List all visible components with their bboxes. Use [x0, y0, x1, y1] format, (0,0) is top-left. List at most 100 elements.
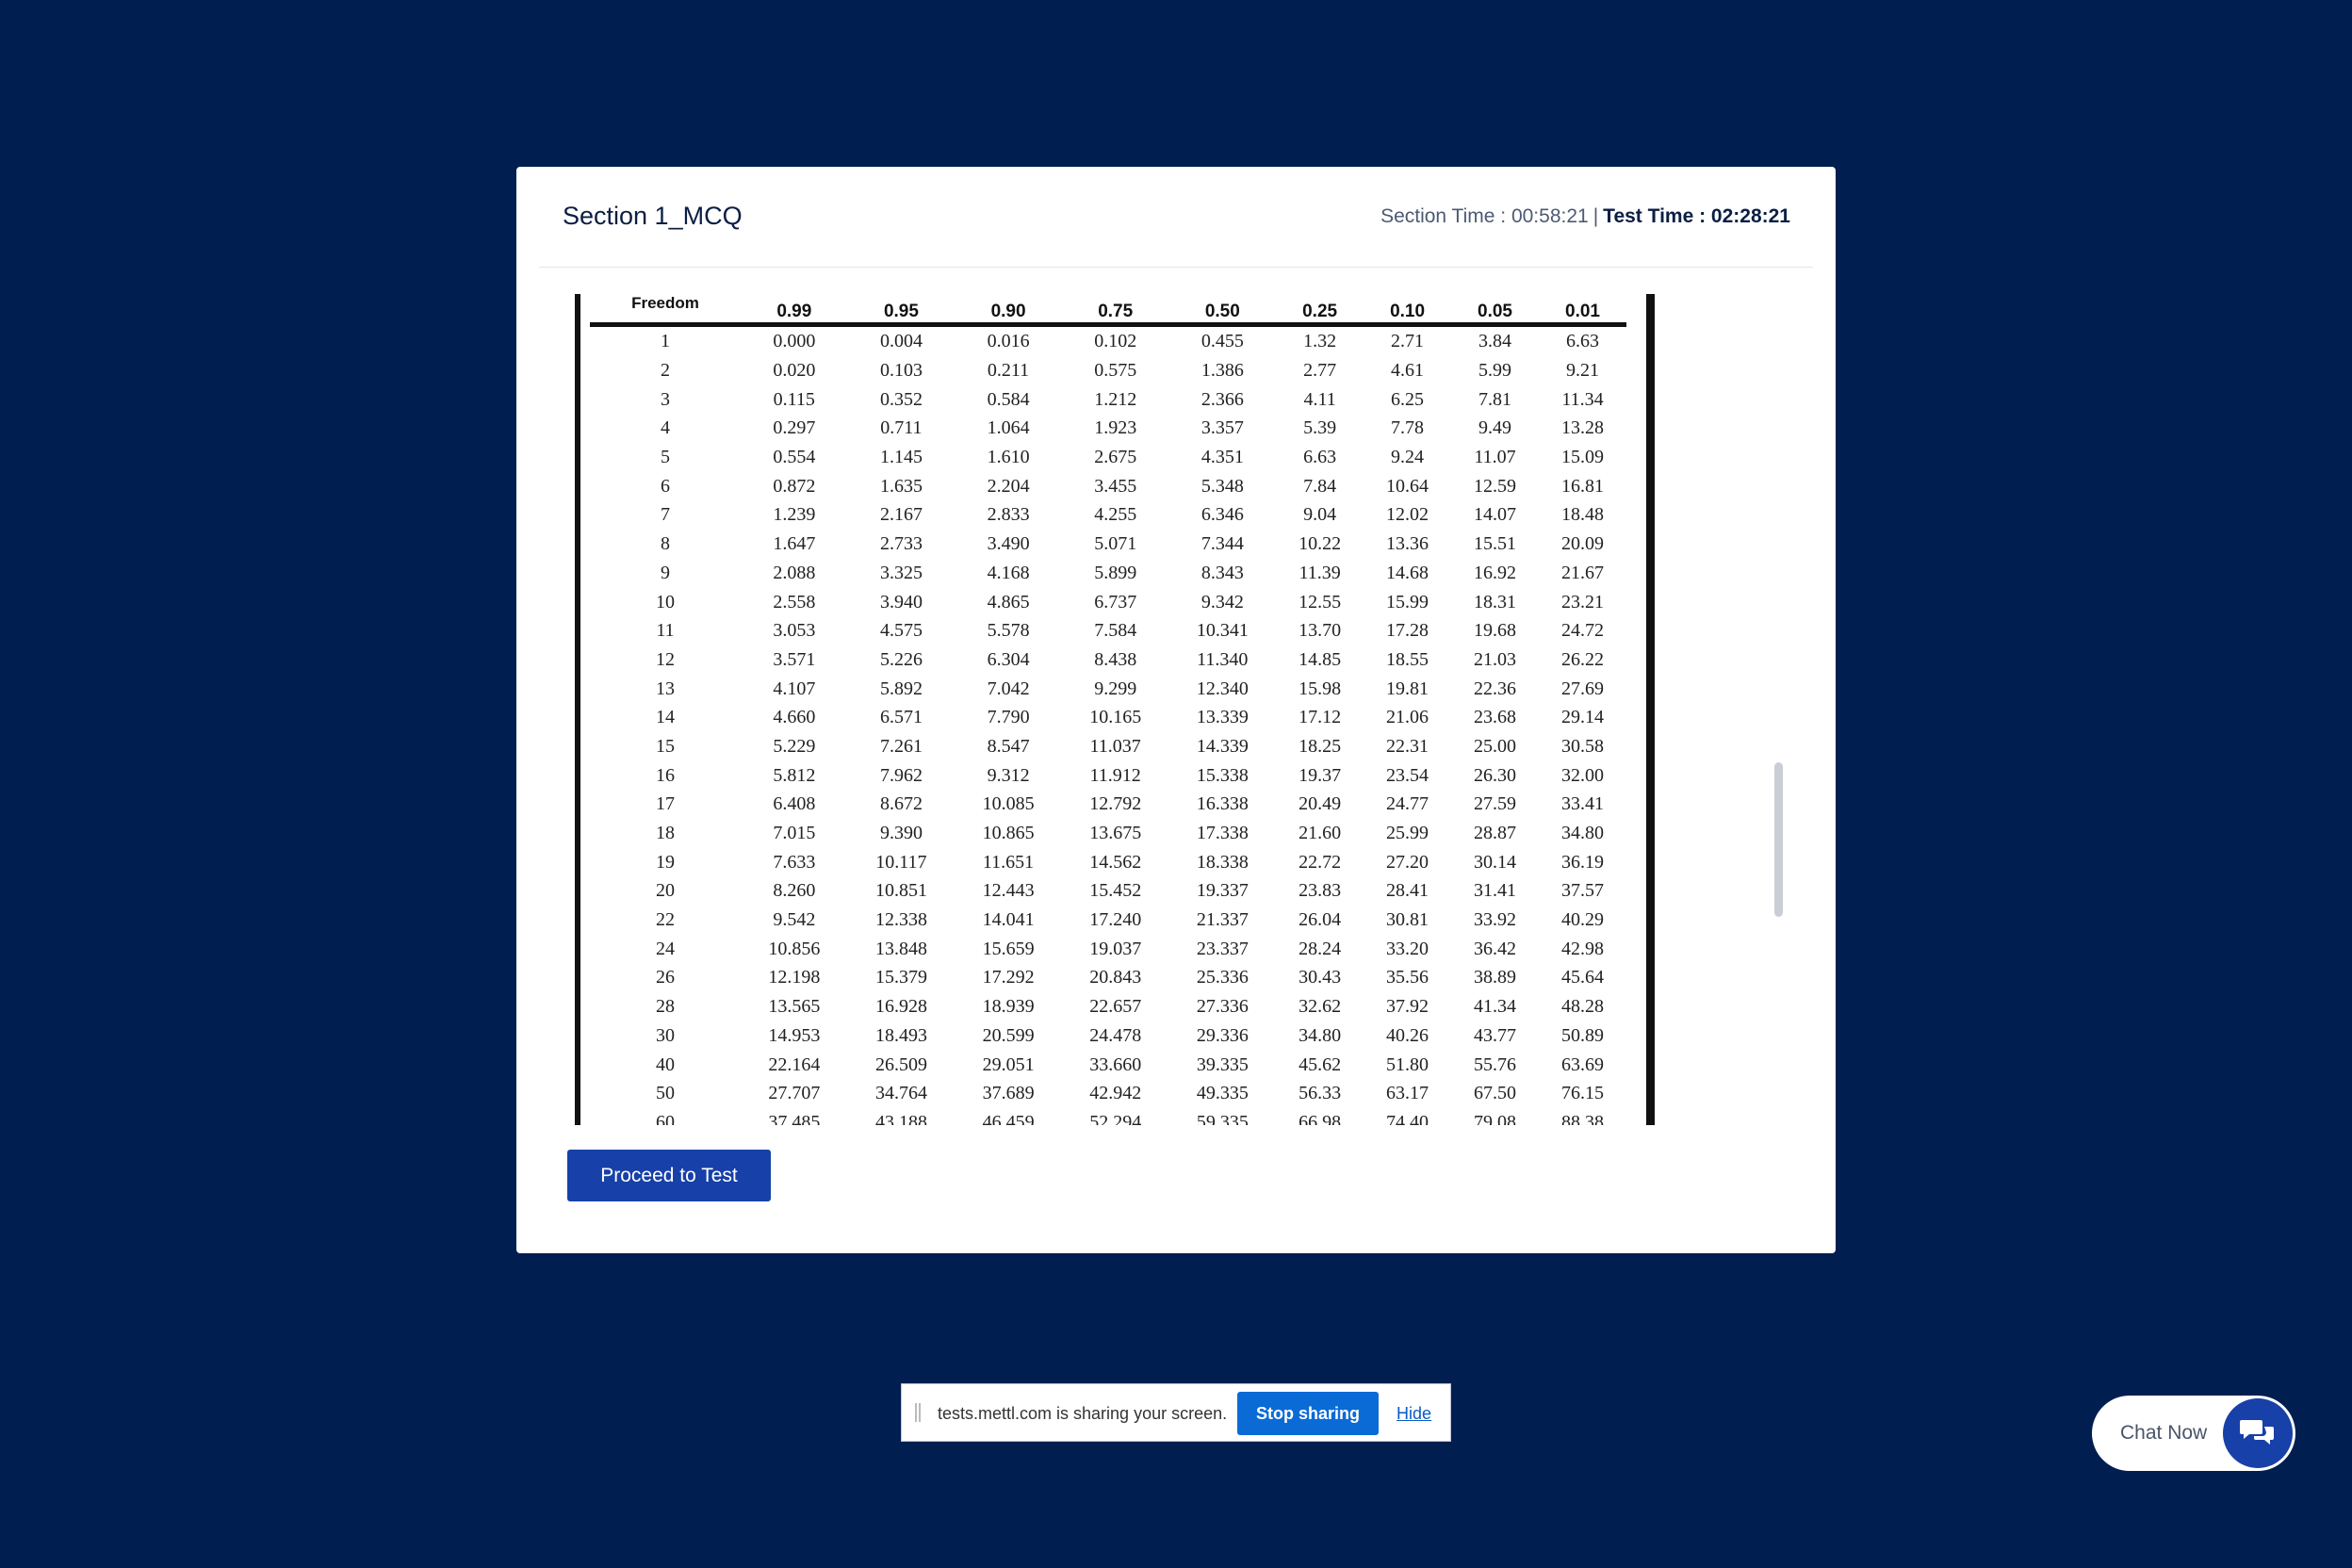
stop-sharing-button[interactable]: Stop sharing	[1237, 1392, 1379, 1435]
value-cell: 7.790	[987, 707, 1030, 728]
value-cell: 6.737	[1094, 591, 1137, 612]
df-cell: 30	[656, 1024, 675, 1046]
hide-link[interactable]: Hide	[1396, 1404, 1431, 1424]
value-cell: 88.38	[1560, 1111, 1604, 1125]
df-cell: 12	[656, 648, 675, 670]
column-header: 0.10	[1364, 294, 1452, 327]
table-row: 18 7.015 9.390 10.865 13.675 17.338 21.60 25.99…	[590, 819, 1626, 848]
df-cell: 26	[656, 967, 675, 988]
value-cell: 9.04	[1303, 504, 1337, 526]
value-cell: 23.54	[1386, 764, 1429, 786]
df-cell: 2	[661, 360, 670, 382]
value-cell: 1.923	[1094, 417, 1137, 439]
value-cell: 7.015	[773, 823, 816, 844]
value-cell: 45.62	[1298, 1054, 1342, 1075]
value-cell: 7.81	[1478, 388, 1511, 410]
value-cell: 2.088	[773, 562, 816, 583]
value-cell: 10.856	[768, 938, 821, 959]
value-cell: 3.490	[987, 533, 1030, 555]
value-cell: 30.43	[1298, 967, 1342, 988]
value-cell: 22.36	[1474, 678, 1516, 699]
timers: Section Time : 00:58:21 | Test Time : 02:2…	[1380, 205, 1790, 228]
vertical-scrollbar[interactable]	[1774, 762, 1783, 917]
value-cell: 0.872	[773, 475, 816, 497]
chat-now-widget[interactable]: Chat Now	[2092, 1396, 2295, 1471]
table-row: 13 4.107 5.892 7.042 9.299 12.340 15.98 19.81 22…	[590, 674, 1626, 703]
value-cell: 13.848	[874, 938, 927, 959]
table-row: 3 0.115 0.352 0.584 1.212 2.366 4.11 6.25 7.81 11…	[590, 384, 1626, 414]
table-row: 2 0.020 0.103 0.211 0.575 1.386 2.77 4.61 5.99 9.…	[590, 356, 1626, 385]
value-cell: 30.14	[1474, 851, 1516, 873]
value-cell: 2.366	[1200, 388, 1244, 410]
table-row: 11 3.053 4.575 5.578 7.584 10.341 13.70 17.28 19…	[590, 616, 1626, 645]
value-cell: 66.98	[1298, 1111, 1342, 1125]
value-cell: 18.493	[874, 1024, 927, 1046]
value-cell: 36.19	[1560, 851, 1604, 873]
value-cell: 0.211	[987, 360, 1030, 382]
content-scroll-area[interactable]: Freedom 0.99 0.95 0.90 0.75 0.50 0.25 0.10 0.05 0…	[575, 294, 1815, 1125]
value-cell: 13.36	[1386, 533, 1429, 555]
value-cell: 6.304	[987, 648, 1030, 670]
value-cell: 27.20	[1386, 851, 1429, 873]
value-cell: 3.84	[1478, 331, 1511, 352]
value-cell: 45.64	[1560, 967, 1604, 988]
value-cell: 10.117	[875, 851, 927, 873]
value-cell: 50.89	[1560, 1024, 1604, 1046]
df-cell: 50	[656, 1083, 675, 1104]
value-cell: 9.21	[1565, 360, 1599, 382]
value-cell: 6.346	[1200, 504, 1244, 526]
value-cell: 10.085	[982, 793, 1035, 815]
value-cell: 5.229	[773, 735, 816, 757]
table-row: 15 5.229 7.261 8.547 11.037 14.339 18.25 22.31 2…	[590, 732, 1626, 761]
chat-now-label: Chat Now	[2120, 1422, 2208, 1444]
value-cell: 22.72	[1298, 851, 1342, 873]
drag-handle-icon[interactable]	[915, 1403, 921, 1422]
value-cell: 39.335	[1196, 1054, 1249, 1075]
value-cell: 15.452	[1089, 880, 1142, 902]
value-cell: 14.953	[768, 1024, 821, 1046]
value-cell: 40.26	[1386, 1024, 1429, 1046]
df-cell: 7	[661, 504, 670, 526]
value-cell: 4.61	[1391, 360, 1425, 382]
value-cell: 22.657	[1089, 996, 1142, 1018]
value-cell: 43.77	[1474, 1024, 1516, 1046]
value-cell: 31.41	[1474, 880, 1516, 902]
value-cell: 12.338	[874, 909, 927, 931]
df-cell: 20	[656, 880, 675, 902]
chat-button[interactable]	[2223, 1398, 2293, 1468]
value-cell: 14.041	[982, 909, 1035, 931]
value-cell: 48.28	[1560, 996, 1604, 1018]
value-cell: 33.41	[1560, 793, 1604, 815]
value-cell: 22.164	[768, 1054, 821, 1075]
value-cell: 74.40	[1386, 1111, 1429, 1125]
value-cell: 28.87	[1474, 823, 1516, 844]
value-cell: 15.09	[1560, 447, 1604, 468]
table-row: 9 2.088 3.325 4.168 5.899 8.343 11.39 14.68 16.9…	[590, 559, 1626, 588]
value-cell: 19.68	[1474, 620, 1516, 642]
value-cell: 1.239	[773, 504, 816, 526]
value-cell: 5.578	[987, 620, 1030, 642]
value-cell: 14.85	[1298, 648, 1342, 670]
value-cell: 2.204	[987, 475, 1030, 497]
value-cell: 21.67	[1560, 562, 1604, 583]
value-cell: 12.340	[1196, 678, 1249, 699]
value-cell: 42.98	[1560, 938, 1604, 959]
column-header: 0.05	[1451, 294, 1539, 327]
value-cell: 0.020	[773, 360, 816, 382]
column-header: 0.90	[955, 294, 1062, 327]
value-cell: 28.41	[1386, 880, 1429, 902]
value-cell: 8.438	[1094, 648, 1137, 670]
value-cell: 9.49	[1478, 417, 1511, 439]
column-header: 0.99	[741, 294, 848, 327]
table-row: 1 0.000 0.004 0.016 0.102 0.455 1.32 2.71 3.84 6.…	[590, 325, 1626, 356]
value-cell: 9.312	[987, 764, 1030, 786]
proceed-to-test-button[interactable]: Proceed to Test	[567, 1150, 771, 1201]
value-cell: 2.675	[1094, 447, 1137, 468]
value-cell: 49.335	[1196, 1083, 1249, 1104]
value-cell: 20.599	[982, 1024, 1035, 1046]
df-cell: 17	[656, 793, 675, 815]
value-cell: 1.386	[1200, 360, 1244, 382]
value-cell: 33.92	[1474, 909, 1516, 931]
value-cell: 15.99	[1386, 591, 1429, 612]
value-cell: 37.485	[768, 1111, 821, 1125]
